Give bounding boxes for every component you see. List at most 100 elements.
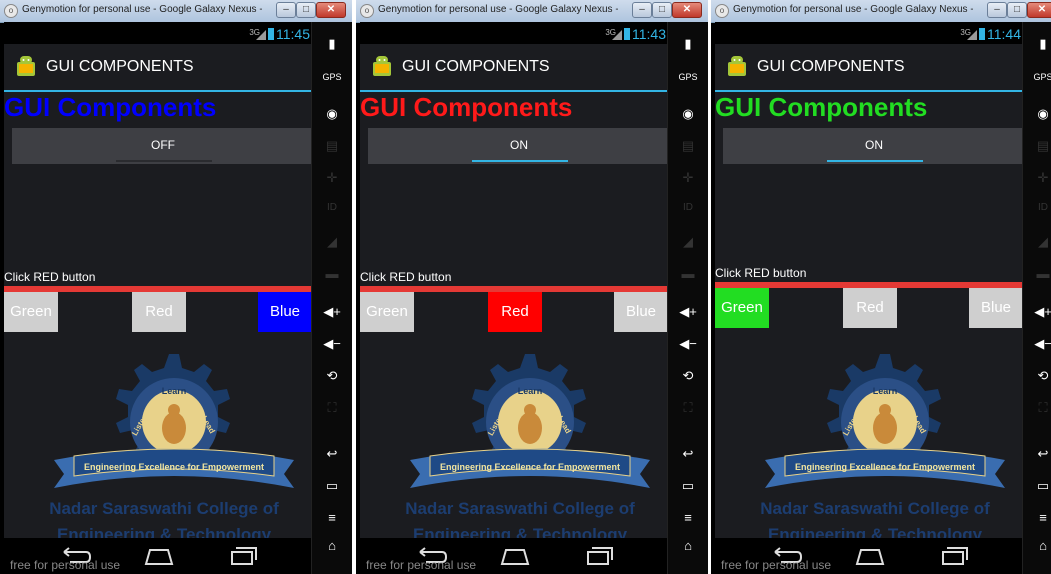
window-titlebar[interactable]: o Genymotion for personal use - Google G… (0, 0, 352, 23)
red-button[interactable]: Red (488, 292, 542, 332)
battery-icon (979, 28, 985, 40)
signal-icon (967, 30, 977, 40)
webcam-icon[interactable]: ◉ (1023, 106, 1051, 122)
close-button[interactable]: ✕ (1027, 2, 1051, 18)
green-button[interactable]: Green (4, 292, 58, 332)
toggle-label: OFF (151, 138, 175, 152)
sms-icon[interactable]: ▬ (1023, 266, 1051, 281)
android-app-icon (17, 56, 35, 76)
gps-icon[interactable]: GPS (668, 72, 708, 82)
back-side-icon[interactable]: ↩ (1023, 446, 1051, 462)
rotate-icon[interactable]: ⟲ (668, 368, 708, 384)
scale-icon[interactable]: ⛶ (312, 400, 352, 416)
battery-widget-icon[interactable]: ▮ (1023, 36, 1051, 52)
volume-up-icon[interactable]: ◀+ (668, 304, 708, 320)
volume-down-icon[interactable]: ◀− (1023, 336, 1051, 352)
battery-widget-icon[interactable]: ▮ (312, 36, 352, 52)
back-side-icon[interactable]: ↩ (312, 446, 352, 462)
home-side-icon[interactable]: ▭ (668, 478, 708, 494)
learn-text: Learn (518, 386, 543, 396)
recent-apps-icon[interactable] (582, 544, 616, 568)
home-icon[interactable] (142, 544, 176, 568)
back-side-icon[interactable]: ↩ (668, 446, 708, 462)
clapper-icon[interactable]: ▤ (1023, 138, 1051, 154)
home-icon[interactable] (498, 544, 532, 568)
volume-up-icon[interactable]: ◀+ (312, 304, 352, 320)
sms-icon[interactable]: ▬ (312, 266, 352, 281)
click-red-label: Click RED button (4, 270, 96, 284)
id-icon[interactable]: ID (668, 202, 708, 213)
volume-down-icon[interactable]: ◀− (312, 336, 352, 352)
minimize-button[interactable]: – (632, 2, 652, 18)
gui-components-heading: GUI Components (360, 92, 573, 122)
toggle-label: ON (865, 138, 883, 152)
webcam-icon[interactable]: ◉ (312, 106, 352, 122)
status-bar: 3G 11:43 (360, 22, 668, 44)
minimize-button[interactable]: – (987, 2, 1007, 18)
toggle-label: ON (510, 138, 528, 152)
battery-icon (268, 28, 274, 40)
signal-icon (256, 30, 266, 40)
clapper-icon[interactable]: ▤ (668, 138, 708, 154)
home-side-icon[interactable]: ▭ (312, 478, 352, 494)
blue-button[interactable]: Blue (614, 292, 668, 332)
window-title: Genymotion for personal use - Google Gal… (22, 4, 262, 15)
menu-side-icon[interactable]: ≡ (668, 510, 708, 525)
maximize-button[interactable]: □ (296, 2, 316, 18)
green-button[interactable]: Green (715, 288, 769, 328)
close-button[interactable]: ✕ (672, 2, 702, 18)
genymotion-logo-icon: o (715, 4, 729, 18)
recent-side-icon[interactable]: ⌂ (668, 538, 708, 553)
rss-icon[interactable]: ◢ (312, 234, 352, 250)
window-titlebar[interactable]: o Genymotion for personal use - Google G… (711, 0, 1051, 23)
blue-button[interactable]: Blue (969, 288, 1023, 328)
home-icon[interactable] (853, 544, 887, 568)
scale-icon[interactable]: ⛶ (1023, 400, 1051, 416)
volume-down-icon[interactable]: ◀− (668, 336, 708, 352)
webcam-icon[interactable]: ◉ (668, 106, 708, 122)
click-red-label: Click RED button (715, 266, 807, 280)
toggle-button[interactable]: OFF (12, 128, 312, 164)
close-button[interactable]: ✕ (316, 2, 346, 18)
red-button[interactable]: Red (132, 292, 186, 332)
battery-widget-icon[interactable]: ▮ (668, 36, 708, 52)
action-bar: GUI COMPONENTS (4, 44, 312, 92)
recent-apps-icon[interactable] (937, 544, 971, 568)
gps-icon[interactable]: GPS (312, 72, 352, 82)
id-icon[interactable]: ID (1023, 202, 1051, 213)
toggle-indicator (472, 160, 568, 162)
window-title: Genymotion for personal use - Google Gal… (733, 4, 973, 15)
scale-icon[interactable]: ⛶ (668, 400, 708, 416)
minimize-button[interactable]: – (276, 2, 296, 18)
maximize-button[interactable]: □ (652, 2, 672, 18)
red-button[interactable]: Red (843, 288, 897, 328)
genymotion-sidebar: ▮ GPS ◉ ▤ ✛ ID ◢ ▬ ◀+ ◀− ⟲ ⛶ ↩ ▭ ≡ ⌂ (667, 22, 708, 574)
rss-icon[interactable]: ◢ (668, 234, 708, 250)
recent-side-icon[interactable]: ⌂ (1023, 538, 1051, 553)
green-button[interactable]: Green (360, 292, 414, 332)
recent-side-icon[interactable]: ⌂ (312, 538, 352, 553)
dpad-icon[interactable]: ✛ (1023, 170, 1051, 186)
clapper-icon[interactable]: ▤ (312, 138, 352, 154)
menu-side-icon[interactable]: ≡ (1023, 510, 1051, 525)
blue-button[interactable]: Blue (258, 292, 312, 332)
gps-icon[interactable]: GPS (1023, 72, 1051, 82)
window-title: Genymotion for personal use - Google Gal… (378, 4, 618, 15)
dpad-icon[interactable]: ✛ (668, 170, 708, 186)
toggle-button[interactable]: ON (368, 128, 668, 164)
rotate-icon[interactable]: ⟲ (1023, 368, 1051, 384)
window-titlebar[interactable]: o Genymotion for personal use - Google G… (356, 0, 708, 23)
toggle-button[interactable]: ON (723, 128, 1023, 164)
id-icon[interactable]: ID (312, 202, 352, 213)
college-logo: Learn Listen Lead Engineering Excellence… (765, 354, 1005, 488)
maximize-button[interactable]: □ (1007, 2, 1027, 18)
college-line-1: Nadar Saraswathi College of (49, 499, 279, 518)
dpad-icon[interactable]: ✛ (312, 170, 352, 186)
volume-up-icon[interactable]: ◀+ (1023, 304, 1051, 320)
sms-icon[interactable]: ▬ (668, 266, 708, 281)
rotate-icon[interactable]: ⟲ (312, 368, 352, 384)
home-side-icon[interactable]: ▭ (1023, 478, 1051, 494)
menu-side-icon[interactable]: ≡ (312, 510, 352, 525)
recent-apps-icon[interactable] (226, 544, 260, 568)
rss-icon[interactable]: ◢ (1023, 234, 1051, 250)
